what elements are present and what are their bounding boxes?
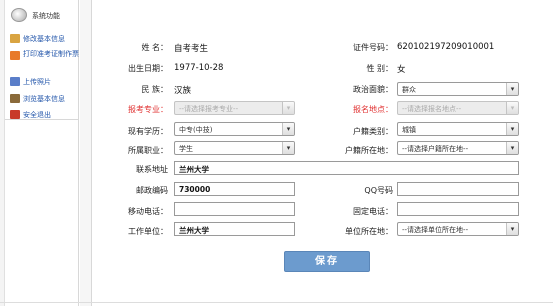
save-button[interactable]: 保存 [284,251,370,272]
chevron-down-icon: ▾ [506,223,518,235]
major-label: 报考专业： [128,105,168,114]
major-select-value: --请选择报考专业-- [179,105,239,113]
birth-label: 出生日期： [128,64,168,73]
sidebar: 系统功能 修改基本信息 打印准考证制作票 上传照片 浏览基本信息 安全退出 [5,0,79,306]
sidebar-item-label: 浏览基本信息 [23,95,65,103]
id-number-value: 620102197209010001 [397,42,495,52]
chevron-down-icon: ▾ [282,142,294,154]
education-select-value: 中专(中技) [179,126,213,134]
major-select[interactable]: --请选择报考专业-- ▾ [174,101,295,115]
occupation-label: 所属职业： [128,146,168,155]
chevron-down-icon: ▾ [282,123,294,135]
sidebar-divider [5,119,79,120]
occupation-select-value: 学生 [179,145,193,153]
address-label: 联系地址 [136,165,168,174]
bottom-divider [0,302,553,303]
sidebar-title: 系统功能 [32,12,60,20]
chevron-down-icon: ▾ [506,83,518,95]
sidebar-gutter [80,0,92,306]
landline-label: 固定电话： [353,207,393,216]
sidebar-header: 系统功能 [5,6,79,28]
occupation-select[interactable]: 学生 ▾ [174,141,295,155]
postcode-label: 邮政编码 [136,186,168,195]
postcode-input[interactable]: 730000 [174,182,295,196]
employer-input[interactable]: 兰州大学 [174,222,295,236]
chevron-down-icon: ▾ [506,142,518,154]
chevron-down-icon: ▾ [506,102,518,114]
exam-site-select-value: --请选择报名地点-- [402,105,462,113]
sidebar-item-label: 上传照片 [23,78,51,86]
political-label: 政治面貌： [353,85,393,94]
app-root: 系统功能 修改基本信息 打印准考证制作票 上传照片 浏览基本信息 安全退出 姓 … [0,0,553,306]
exam-site-label: 报名地点： [353,105,393,114]
gender-value: 女 [397,65,406,75]
qq-input[interactable] [397,182,519,196]
mobile-input[interactable] [174,202,295,216]
id-number-label: 证件号码： [353,43,393,52]
household-type-select-value: 城镇 [402,126,416,134]
gender-label: 性 别： [366,64,393,73]
address-input[interactable]: 兰州大学 [174,161,519,175]
household-location-label: 户籍所在地： [345,146,393,155]
name-value: 自考考生 [174,44,209,54]
chevron-down-icon: ▾ [506,123,518,135]
household-type-select[interactable]: 城镇 ▾ [397,122,519,136]
ethnicity-value: 汉族 [174,86,192,96]
name-label: 姓 名： [141,43,168,52]
household-location-select-value: --请选择户籍所在地-- [402,145,469,153]
education-label: 现有学历： [128,127,168,136]
book-icon [10,94,20,103]
employer-location-select[interactable]: --请选择单位所在地-- ▾ [397,222,519,236]
household-location-select[interactable]: --请选择户籍所在地-- ▾ [397,141,519,155]
employer-location-label: 单位所在地： [345,227,393,236]
exam-site-select[interactable]: --请选择报名地点-- ▾ [397,101,519,115]
employer-label: 工作单位： [128,227,168,236]
landline-input[interactable] [397,202,519,216]
ethnicity-label: 民 族： [141,85,168,94]
system-icon [11,8,27,22]
qq-label: QQ号码 [364,186,393,195]
birth-value: 1977-10-28 [174,63,224,73]
exit-icon [10,110,20,119]
chevron-down-icon: ▾ [282,102,294,114]
mobile-label: 移动电话： [128,207,168,216]
sidebar-item-label: 打印准考证制作票 [23,50,79,58]
employer-location-select-value: --请选择单位所在地-- [402,226,469,234]
household-type-label: 户籍类别： [353,127,393,136]
political-select[interactable]: 群众 ▾ [397,82,519,96]
political-select-value: 群众 [402,86,416,94]
print-icon [10,51,20,60]
info-form: 姓 名： 自考考生 证件号码： 620102197209010001 出生日期：… [93,0,553,306]
sidebar-item-label: 修改基本信息 [23,35,65,43]
photo-icon [10,77,20,86]
edit-icon [10,34,20,43]
education-select[interactable]: 中专(中技) ▾ [174,122,295,136]
